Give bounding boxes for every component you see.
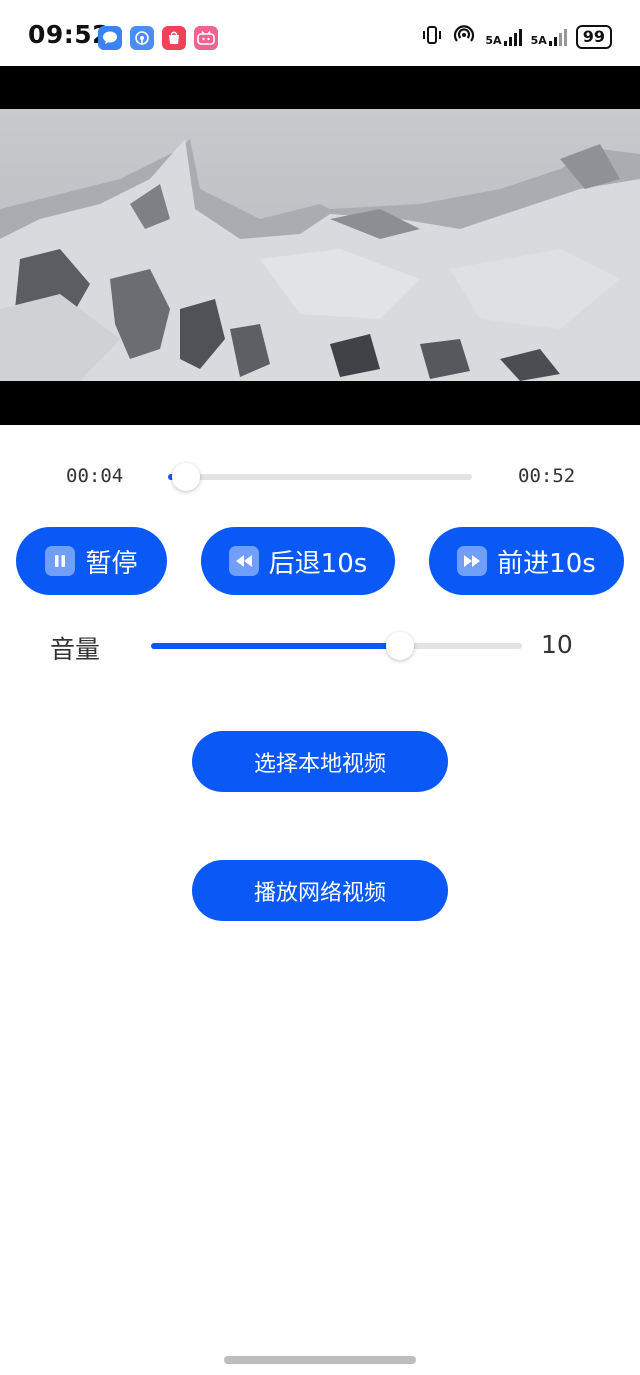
hotspot-icon: [452, 24, 476, 49]
video-player[interactable]: [0, 66, 640, 425]
home-indicator[interactable]: [224, 1356, 416, 1364]
rewind-button[interactable]: 后退10s: [201, 527, 395, 595]
status-bar: 09:52 5A 5A 99: [0, 0, 640, 66]
bilibili-icon: [194, 26, 218, 50]
volume-fill: [151, 643, 400, 649]
rewind-label: 后退10s: [268, 548, 368, 579]
select-local-video-button[interactable]: 选择本地视频: [192, 731, 448, 792]
signal-bars-2-icon: [548, 28, 567, 46]
signal-bars-1-icon: [503, 28, 522, 46]
volume-slider[interactable]: [151, 632, 522, 660]
shopping-icon: [162, 26, 186, 50]
forward-button[interactable]: 前进10s: [429, 527, 624, 595]
battery-indicator: 99: [575, 24, 612, 49]
rewind-icon: [228, 546, 259, 576]
vibrate-icon: [421, 25, 443, 48]
play-network-video-button[interactable]: 播放网络视频: [192, 860, 448, 921]
fast-forward-icon: [457, 546, 488, 576]
volume-value: 10: [541, 630, 573, 659]
volume-label: 音量: [50, 635, 101, 664]
forward-label: 前进10s: [497, 548, 596, 579]
current-time: 00:04: [66, 465, 124, 487]
message-icon: [98, 26, 122, 50]
screen: 09:52 5A 5A 99 00:04 00:52 暂停 后退10s 前进10…: [0, 0, 640, 1375]
progress-thumb[interactable]: [172, 463, 201, 491]
total-time: 00:52: [518, 465, 576, 487]
volume-thumb[interactable]: [385, 632, 414, 660]
signal-1: 5A: [485, 28, 522, 47]
pause-button[interactable]: 暂停: [16, 527, 167, 595]
progress-slider[interactable]: [168, 463, 472, 491]
status-indicators: 5A 5A 99: [421, 24, 612, 49]
pause-label: 暂停: [85, 548, 138, 579]
signal-2: 5A: [531, 28, 567, 46]
pause-icon: [45, 546, 76, 576]
notification-icons: [98, 26, 218, 50]
podcast-icon: [130, 26, 154, 50]
video-frame: [0, 109, 640, 381]
network-label-1: 5A: [485, 33, 502, 47]
network-label-2: 5A: [530, 33, 547, 47]
video-scene-image: [0, 109, 640, 381]
